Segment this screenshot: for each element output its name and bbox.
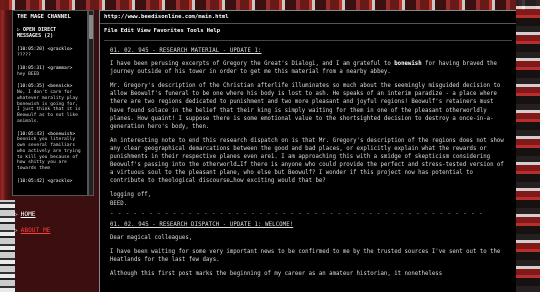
chat-time: [10:05:42] [17, 178, 45, 184]
bonewish-name: bonewish [394, 61, 422, 68]
signoff-name: BEED. [110, 200, 128, 207]
address-bar[interactable]: http://www.beedisonline.com/main.html [100, 11, 516, 24]
chat-text: hey BEED [17, 71, 40, 77]
menu-view[interactable]: View [137, 28, 150, 34]
chat-time: [10:05:35] [17, 84, 45, 90]
menu-bar: File Edit View Favorites Tools Help [100, 24, 516, 37]
chat-user: <grammar> [47, 65, 73, 71]
chat-time: [10:05:20] [17, 47, 45, 53]
chat-user: <gracklo> [47, 178, 73, 184]
menu-file[interactable]: File [104, 28, 117, 34]
chat-user: <bonewish> [47, 131, 76, 137]
open-direct-messages-link[interactable]: ▷ OPEN DIRECT MESSAGES (2) [13, 23, 87, 46]
post-text: I have been perusing excerpts of Gregory… [110, 61, 395, 68]
chat-time: [10:05:31] [17, 65, 45, 71]
chat-message: [10:05:35] <bennick> No, I don't care fo… [13, 82, 87, 129]
post-paragraph: An interesting note to end this research… [110, 137, 504, 185]
background-collage-left [0, 200, 15, 292]
chat-text: bennick you literally own several famili… [17, 137, 81, 171]
browser-window: http://www.beedisonline.com/main.html Fi… [99, 10, 516, 292]
about-me-link[interactable]: ABOUT ME [21, 227, 51, 234]
post-title: 01. 02. 945 - RESEARCH DISPATCH - UPDATE… [110, 221, 294, 228]
chat-panel: THE MAGE CHANNEL ▷ OPEN DIRECT MESSAGES … [12, 10, 88, 196]
background-collage-strip [0, 0, 540, 10]
arrow-icon: ▷ [14, 211, 18, 218]
url-text[interactable]: http://www.beedisonline.com/main.html [104, 14, 229, 20]
post-paragraph: Although this first post marks the begin… [110, 271, 443, 278]
chat-text: No, I don't care for whatever morality p… [17, 90, 81, 124]
chat-scrollbar-thumb[interactable] [89, 15, 93, 39]
background-collage-right [516, 0, 540, 292]
chat-text: ????? [17, 53, 31, 59]
arrow-icon: ▷ [14, 227, 18, 234]
post-paragraph: Mr. Gregory's description of the Christi… [110, 83, 501, 130]
post-paragraph: Dear magical colleagues, [110, 234, 193, 241]
chat-message: [10:05:43] <bonewish> bennick you litera… [13, 130, 87, 177]
page-content: 01. 02. 945 - RESEARCH MATERIAL - UPDATE… [100, 41, 516, 278]
chat-message: [10:05:20] <gracklo> ????? [13, 45, 87, 63]
menu-tools[interactable]: Tools [187, 28, 204, 34]
chat-message: [10:05:42] <gracklo> [13, 177, 87, 190]
post-title: 01. 02. 945 - RESEARCH MATERIAL - UPDATE… [110, 48, 262, 54]
chat-time: [10:05:43] [17, 131, 45, 137]
chat-user: <gracklo> [47, 47, 73, 53]
post-paragraph: I have been perusing excerpts of Gregory… [110, 60, 506, 76]
chat-message: [10:05:31] <grammar> hey BEED [13, 64, 87, 82]
chat-scrollbar[interactable] [88, 10, 94, 196]
site-nav: ▷ HOME ▷ ABOUT ME [14, 211, 50, 243]
chat-user: <bennick> [47, 84, 73, 90]
nav-home[interactable]: ▷ HOME [14, 211, 50, 218]
post-paragraph: I have been waiting for some very import… [110, 248, 501, 263]
menu-help[interactable]: Help [207, 28, 220, 34]
signoff-line: logging off, [110, 192, 152, 199]
chat-title: THE MAGE CHANNEL [17, 14, 71, 20]
open-direct-messages-label: OPEN DIRECT MESSAGES (2) [17, 26, 57, 40]
home-link[interactable]: HOME [21, 211, 36, 218]
menu-favorites[interactable]: Favorites [153, 28, 183, 34]
nav-about[interactable]: ▷ ABOUT ME [14, 227, 50, 234]
post-separator: - - - - - - - - - - - - - - - - - - - - … [110, 210, 483, 217]
menu-edit[interactable]: Edit [120, 28, 133, 34]
